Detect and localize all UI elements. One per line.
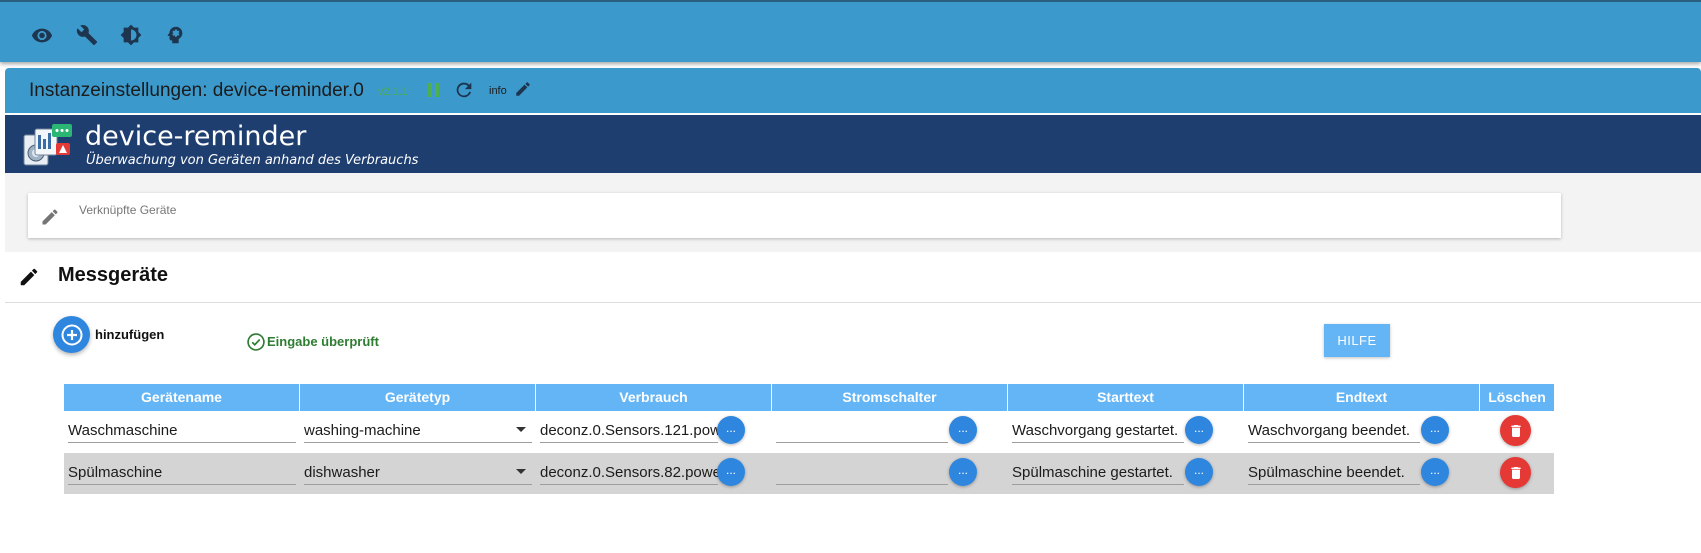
cell-consumption: deconz.0.Sensors.82.power ... [536,453,772,495]
cell-start-text: Spülmaschine gestartet. ... [1008,453,1244,495]
top-toolbar [0,0,1701,62]
device-name-input[interactable]: Waschmaschine [68,418,296,443]
device-name-input[interactable]: Spülmaschine [68,460,296,485]
column-header-type: Gerätetyp [300,384,536,411]
trash-icon [1510,466,1521,479]
end-text-input[interactable]: Spülmaschine beendet. [1248,460,1420,485]
column-header-consumption: Verbrauch [536,384,772,411]
select-consumption-button[interactable]: ... [717,458,745,486]
validation-status: Eingabe überprüft [267,334,379,349]
add-device-button[interactable] [53,316,90,353]
brightness-icon[interactable] [116,20,146,50]
select-start-text-button[interactable]: ... [1185,416,1213,444]
cell-end-text: Spülmaschine beendet. ... [1244,453,1480,495]
cell-switch: ... [772,453,1008,495]
cell-delete [1480,411,1554,453]
switch-input[interactable] [776,418,948,443]
table-row: Waschmaschine washing-machine deconz.0.S… [64,411,1554,453]
tab-label: Verknüpfte Geräte [79,203,177,217]
add-circle-icon [61,324,82,345]
column-header-end-text: Endtext [1244,384,1480,411]
start-text-input[interactable]: Spülmaschine gestartet. [1012,460,1184,485]
devices-table: Gerätename Gerätetyp Verbrauch Stromscha… [64,384,1554,495]
adapter-name: device-reminder [85,121,307,152]
delete-row-button[interactable] [1500,415,1531,446]
cell-consumption: deconz.0.Sensors.121.power ... [536,411,772,453]
device-reminder-logo-icon [23,123,75,169]
divider [5,302,1701,303]
select-end-text-button[interactable]: ... [1421,458,1449,486]
consumption-input[interactable]: deconz.0.Sensors.82.power [540,460,718,485]
pause-icon[interactable] [426,82,442,98]
info-link[interactable]: info [489,85,507,97]
devices-section: Messgeräte hinzufügen Eingabe überprüft … [5,252,1701,553]
column-header-delete: Löschen [1488,389,1546,405]
wrench-icon[interactable] [72,20,102,50]
switch-input[interactable] [776,460,948,485]
head-icon[interactable] [160,20,190,50]
column-header-switch: Stromschalter [772,384,1008,411]
settings-content: Verknüpfte Geräte Messgeräte hinzufügen … [5,173,1701,553]
dropdown-arrow-icon[interactable] [516,469,526,474]
device-type-select[interactable]: dishwasher [304,460,532,485]
start-text-input[interactable]: Waschvorgang gestartet. [1012,418,1184,443]
help-button[interactable]: HILFE [1324,324,1390,357]
select-consumption-button[interactable]: ... [717,416,745,444]
instance-version: v2.1.1 [378,86,408,98]
select-switch-button[interactable]: ... [949,416,977,444]
dropdown-arrow-icon[interactable] [516,427,526,432]
device-type-select[interactable]: washing-machine [304,418,532,443]
eye-icon[interactable] [27,20,57,50]
cell-type: washing-machine [300,411,536,453]
trash-icon [1510,424,1521,437]
adapter-subtitle: Überwachung von Geräten anhand des Verbr… [86,153,419,168]
cell-name: Spülmaschine [64,453,300,495]
table-row: Spülmaschine dishwasher deconz.0.Sensors… [64,453,1554,495]
select-end-text-button[interactable]: ... [1421,416,1449,444]
cell-name: Waschmaschine [64,411,300,453]
consumption-input[interactable]: deconz.0.Sensors.121.power [540,418,718,443]
instance-header: Instanzeinstellungen: device-reminder.0 … [5,68,1701,113]
delete-row-button[interactable] [1500,457,1531,488]
pencil-icon [18,266,40,288]
end-text-input[interactable]: Waschvorgang beendet. [1248,418,1420,443]
pencil-icon [40,207,60,227]
select-start-text-button[interactable]: ... [1185,458,1213,486]
cell-end-text: Waschvorgang beendet. ... [1244,411,1480,453]
select-switch-button[interactable]: ... [949,458,977,486]
cell-type: dishwasher [300,453,536,495]
adapter-banner: device-reminder Überwachung von Geräten … [5,115,1701,173]
cell-switch: ... [772,411,1008,453]
instance-title: Instanzeinstellungen: device-reminder.0 [29,80,364,101]
check-circle-icon [246,332,266,352]
cell-start-text: Waschvorgang gestartet. ... [1008,411,1244,453]
tab-linked-devices[interactable]: Verknüpfte Geräte [28,193,1561,238]
cell-delete [1480,453,1554,495]
table-header-row: Gerätename Gerätetyp Verbrauch Stromscha… [64,384,1554,411]
reload-icon[interactable] [453,79,475,101]
column-header-name: Gerätename [64,384,300,411]
section-title: Messgeräte [58,264,169,286]
add-device-label[interactable]: hinzufügen [95,327,164,342]
edit-pencil-icon[interactable] [514,80,534,100]
column-header-start-text: Starttext [1008,384,1244,411]
